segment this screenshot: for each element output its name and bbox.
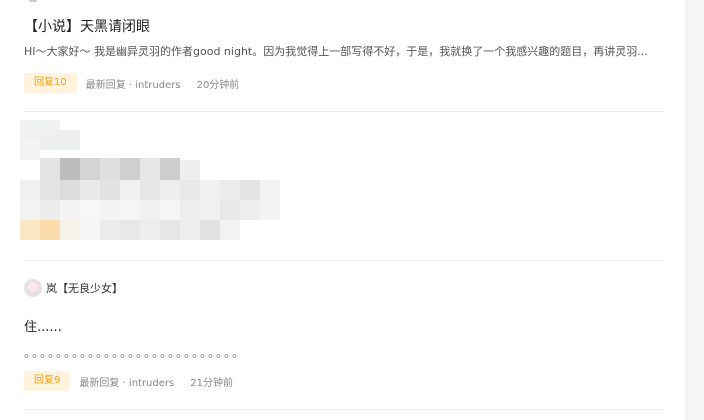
post-excerpt: HI～大家好～ 我是幽异灵羽的作者good night。因为我觉得上一部写得不好… bbox=[24, 45, 648, 58]
post-time: 20分钟前 bbox=[196, 79, 240, 91]
post-item[interactable]: 岚【无良少女】 住...... 。。。。。。。。。。。。。。。。。。。。。。。。… bbox=[24, 262, 664, 408]
post-title[interactable]: 【小说】天黑请闭眼 bbox=[24, 16, 150, 36]
post-meta: 回复10 最新回复 · intruders 20分钟前 bbox=[24, 73, 239, 93]
reply-count-badge[interactable]: 回复9 bbox=[24, 371, 71, 391]
post-time: 21分钟前 bbox=[190, 377, 233, 389]
latest-reply[interactable]: 最新回复 · intruders bbox=[86, 76, 181, 91]
avatar[interactable] bbox=[24, 279, 42, 297]
author-name[interactable]: 岚【无良少女】 bbox=[46, 280, 123, 296]
post-meta: 回复9 最新回复 · intruders 21分钟前 bbox=[24, 371, 233, 391]
latest-reply[interactable]: 最新回复 · intruders bbox=[79, 374, 174, 389]
post-body-dots: 。。。。。。。。。。。。。。。。。。。。。。。。。。。 bbox=[24, 346, 247, 360]
post-item[interactable]: 【小说】天黑请闭眼 HI～大家好～ 我是幽异灵羽的作者good night。因为… bbox=[24, 0, 664, 110]
pixelated-image-preview[interactable] bbox=[20, 120, 280, 244]
post-body: 住...... bbox=[24, 320, 62, 335]
post-divider bbox=[24, 260, 664, 261]
scrollbar-track[interactable] bbox=[686, 0, 704, 420]
reply-count-badge[interactable]: 回复10 bbox=[24, 73, 77, 93]
post-divider bbox=[24, 111, 664, 112]
post-divider bbox=[24, 409, 664, 410]
post-author[interactable]: 岚【无良少女】 bbox=[24, 279, 123, 297]
